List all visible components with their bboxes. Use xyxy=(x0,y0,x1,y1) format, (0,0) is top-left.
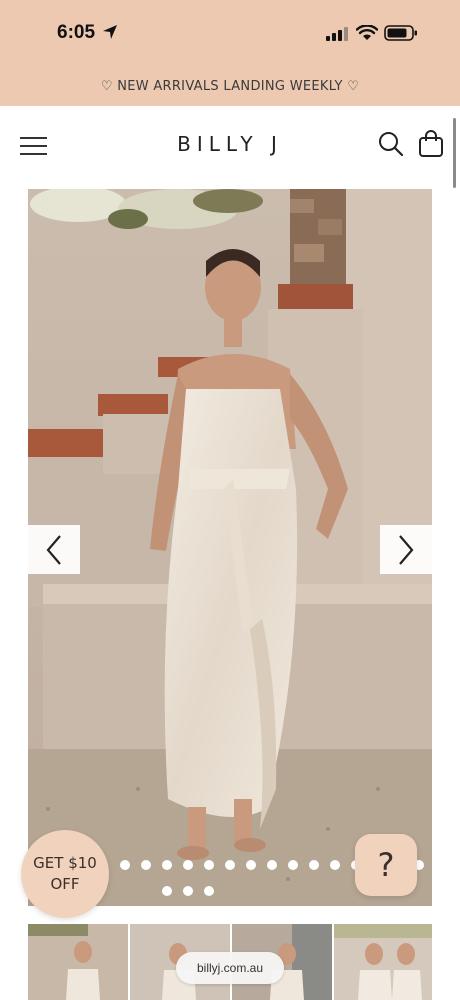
carousel-dot[interactable] xyxy=(162,886,172,896)
promo-banner[interactable]: ♡ NEW ARRIVALS LANDING WEEKLY ♡ xyxy=(0,66,460,106)
carousel-next-button[interactable] xyxy=(380,525,432,574)
discount-offer-button[interactable]: GET $10 OFF xyxy=(21,830,109,918)
promo-text: ♡ NEW ARRIVALS LANDING WEEKLY ♡ xyxy=(100,78,360,94)
carousel-dot[interactable] xyxy=(309,860,319,870)
carousel-dot[interactable] xyxy=(204,886,214,896)
question-mark-icon: ? xyxy=(377,846,395,884)
wifi-icon xyxy=(356,25,378,40)
cellular-signal-icon xyxy=(326,27,348,41)
carousel-dot[interactable] xyxy=(330,860,340,870)
search-icon[interactable] xyxy=(378,131,404,157)
product-photo-illustration xyxy=(28,189,432,906)
offer-line-1: GET $10 xyxy=(33,854,97,872)
carousel-dot[interactable] xyxy=(183,886,193,896)
status-time: 6:05 xyxy=(57,22,96,43)
status-bar: 6:05 xyxy=(0,0,460,66)
offer-line-2: OFF xyxy=(50,875,80,893)
help-button[interactable]: ? xyxy=(355,834,417,896)
browser-url-bar[interactable]: billyj.com.au xyxy=(176,952,284,984)
chevron-left-icon xyxy=(46,534,61,565)
carousel-dot[interactable] xyxy=(225,860,235,870)
carousel-dot[interactable] xyxy=(141,860,151,870)
carousel-dot[interactable] xyxy=(162,860,172,870)
carousel-prev-button[interactable] xyxy=(28,525,80,574)
battery-icon xyxy=(384,25,417,41)
location-arrow-icon xyxy=(103,25,117,39)
carousel-dot[interactable] xyxy=(120,860,130,870)
thumbnail-4[interactable] xyxy=(334,924,432,1000)
chevron-right-icon xyxy=(399,534,414,565)
shopping-bag-icon[interactable] xyxy=(418,130,444,158)
site-header: BILLY J xyxy=(0,106,460,184)
carousel-dot[interactable] xyxy=(246,860,256,870)
thumbnail-1[interactable] xyxy=(28,924,128,1000)
carousel-dot[interactable] xyxy=(204,860,214,870)
hamburger-menu-icon[interactable] xyxy=(20,137,47,155)
carousel-dot[interactable] xyxy=(288,860,298,870)
page-scrollbar[interactable] xyxy=(453,118,456,188)
carousel-dot[interactable] xyxy=(267,860,277,870)
carousel-dot[interactable] xyxy=(183,860,193,870)
browser-url: billyj.com.au xyxy=(196,961,264,975)
product-image[interactable] xyxy=(28,189,432,906)
